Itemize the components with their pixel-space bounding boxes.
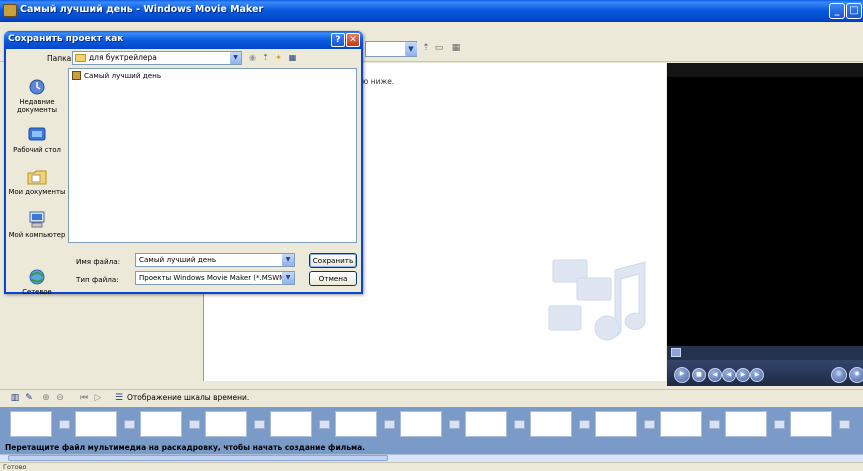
timeline-icon[interactable]: ☰ <box>114 393 124 404</box>
place-label: Мой компьютер <box>8 231 66 239</box>
place-label: Сетевое <box>22 288 52 296</box>
chevron-down-icon[interactable]: ▼ <box>405 42 417 56</box>
window-title: Самый лучший день - Windows Movie Maker <box>20 4 264 15</box>
chevron-down-icon[interactable]: ▼ <box>282 254 294 266</box>
next-frame-icon[interactable]: ▶ <box>750 368 764 382</box>
views-icon[interactable]: ▦ <box>451 43 461 54</box>
show-timeline-link[interactable]: Отображение шкалы времени. <box>127 393 249 402</box>
seek-thumb[interactable] <box>671 348 681 357</box>
dialog-titlebar[interactable]: Сохранить проект как ? ✕ <box>4 31 363 49</box>
places-bar: Недавние документы Рабочий стол Мои доку… <box>8 68 66 296</box>
preview-monitor <box>667 63 863 346</box>
place-label: Мои документы <box>8 188 66 196</box>
storyboard-cell[interactable] <box>75 411 117 437</box>
save-button[interactable]: Сохранить <box>309 253 357 268</box>
folder-label: Папка: <box>47 54 74 63</box>
film-music-watermark-icon <box>548 259 646 341</box>
place-network[interactable]: Сетевое <box>8 268 66 296</box>
place-my-documents[interactable]: Мои документы <box>8 168 66 196</box>
desktop-icon <box>28 127 46 141</box>
place-my-computer[interactable]: Мой компьютер <box>8 211 66 239</box>
minimize-button[interactable]: _ <box>829 3 845 19</box>
play-icon[interactable]: ▶ <box>674 367 690 383</box>
place-recent-documents[interactable]: Недавние документы <box>8 78 66 114</box>
storyboard-view-icon[interactable]: ▥ <box>10 393 20 404</box>
zoom-in-icon[interactable]: ⊕ <box>41 393 51 404</box>
narration-icon[interactable]: ✎ <box>24 393 34 404</box>
dialog-title: Сохранить проект как <box>8 34 124 44</box>
storyboard-cell[interactable] <box>465 411 507 437</box>
main-titlebar[interactable]: Самый лучший день - Windows Movie Maker … <box>0 0 863 22</box>
up-folder-icon[interactable]: ⇡ <box>260 52 271 63</box>
movie-maker-icon <box>3 4 17 17</box>
contents-hint: ю ниже. <box>362 77 395 86</box>
file-list[interactable] <box>68 68 357 243</box>
network-icon <box>29 269 45 285</box>
cancel-button[interactable]: Отмена <box>309 271 357 286</box>
forward-icon[interactable]: ▶ <box>736 368 750 382</box>
storyboard-cell[interactable] <box>725 411 767 437</box>
transition-cell[interactable] <box>774 420 785 429</box>
transition-cell[interactable] <box>384 420 395 429</box>
transition-cell[interactable] <box>449 420 460 429</box>
filename-input[interactable]: Самый лучший день <box>135 253 295 267</box>
close-button[interactable]: ✕ <box>346 33 360 47</box>
folder-icon <box>75 54 86 62</box>
maximize-button[interactable]: □ <box>846 3 862 19</box>
seek-bar[interactable] <box>667 346 863 360</box>
status-bar: Готово <box>0 462 863 471</box>
movie-project-icon <box>72 71 81 80</box>
place-desktop[interactable]: Рабочий стол <box>8 126 66 154</box>
transition-cell[interactable] <box>59 420 70 429</box>
transition-cell[interactable] <box>189 420 200 429</box>
storyboard-cell[interactable] <box>400 411 442 437</box>
filetype-label: Тип файла: <box>76 275 119 284</box>
transition-cell[interactable] <box>709 420 720 429</box>
rewind-storyboard-icon[interactable]: ⏮ <box>79 393 89 404</box>
my-computer-icon <box>29 211 45 228</box>
storyboard-cell[interactable] <box>140 411 182 437</box>
scrollbar-thumb[interactable] <box>8 455 388 461</box>
new-folder-icon[interactable]: ▭ <box>434 43 444 54</box>
split-clip-icon[interactable]: ◎ <box>831 367 847 383</box>
storyboard-cell[interactable] <box>660 411 702 437</box>
storyboard-hint: Перетащите файл мультимедиа на раскадров… <box>0 441 863 454</box>
storyboard-cell[interactable] <box>530 411 572 437</box>
transition-cell[interactable] <box>514 420 525 429</box>
transition-cell[interactable] <box>124 420 135 429</box>
storyboard-cell[interactable] <box>10 411 52 437</box>
transition-cell[interactable] <box>644 420 655 429</box>
place-label: Рабочий стол <box>13 146 61 154</box>
help-button[interactable]: ? <box>331 33 345 47</box>
play-storyboard-icon[interactable]: ▷ <box>93 393 103 404</box>
transition-cell[interactable] <box>254 420 265 429</box>
storyboard-cell[interactable] <box>205 411 247 437</box>
recent-documents-icon <box>29 79 45 95</box>
save-project-dialog: Сохранить проект как ? ✕ Папка: для букт… <box>4 31 363 296</box>
storyboard-cell[interactable] <box>335 411 377 437</box>
filename-label: Имя файла: <box>76 257 121 266</box>
transition-cell[interactable] <box>839 420 850 429</box>
storyboard-cell[interactable] <box>270 411 312 437</box>
folder-combo[interactable]: для буктрейлера <box>72 51 242 65</box>
zoom-out-icon[interactable]: ⊖ <box>55 393 65 404</box>
up-folder-icon[interactable]: ⇡ <box>421 43 431 54</box>
previous-frame-icon[interactable]: ◀ <box>708 368 722 382</box>
views-menu-icon[interactable]: ▦ <box>287 52 298 63</box>
storyboard-cell[interactable] <box>595 411 637 437</box>
chevron-down-icon[interactable]: ▼ <box>282 272 294 284</box>
place-label: Недавние документы <box>16 98 58 114</box>
filetype-select[interactable]: Проекты Windows Movie Maker (*.MSWMM) <box>135 271 295 285</box>
new-folder-icon[interactable]: ✦ <box>273 52 284 63</box>
rewind-icon[interactable]: ◀ <box>722 368 736 382</box>
stop-icon[interactable]: ■ <box>692 368 706 382</box>
my-documents-icon <box>27 170 47 185</box>
storyboard-cell[interactable] <box>790 411 832 437</box>
file-item[interactable]: Самый лучший день <box>84 71 161 80</box>
take-picture-icon[interactable]: ◉ <box>849 367 863 383</box>
transition-cell[interactable] <box>579 420 590 429</box>
chevron-down-icon[interactable]: ▼ <box>230 52 241 64</box>
back-icon[interactable]: ◉ <box>247 52 258 63</box>
transition-cell[interactable] <box>319 420 330 429</box>
